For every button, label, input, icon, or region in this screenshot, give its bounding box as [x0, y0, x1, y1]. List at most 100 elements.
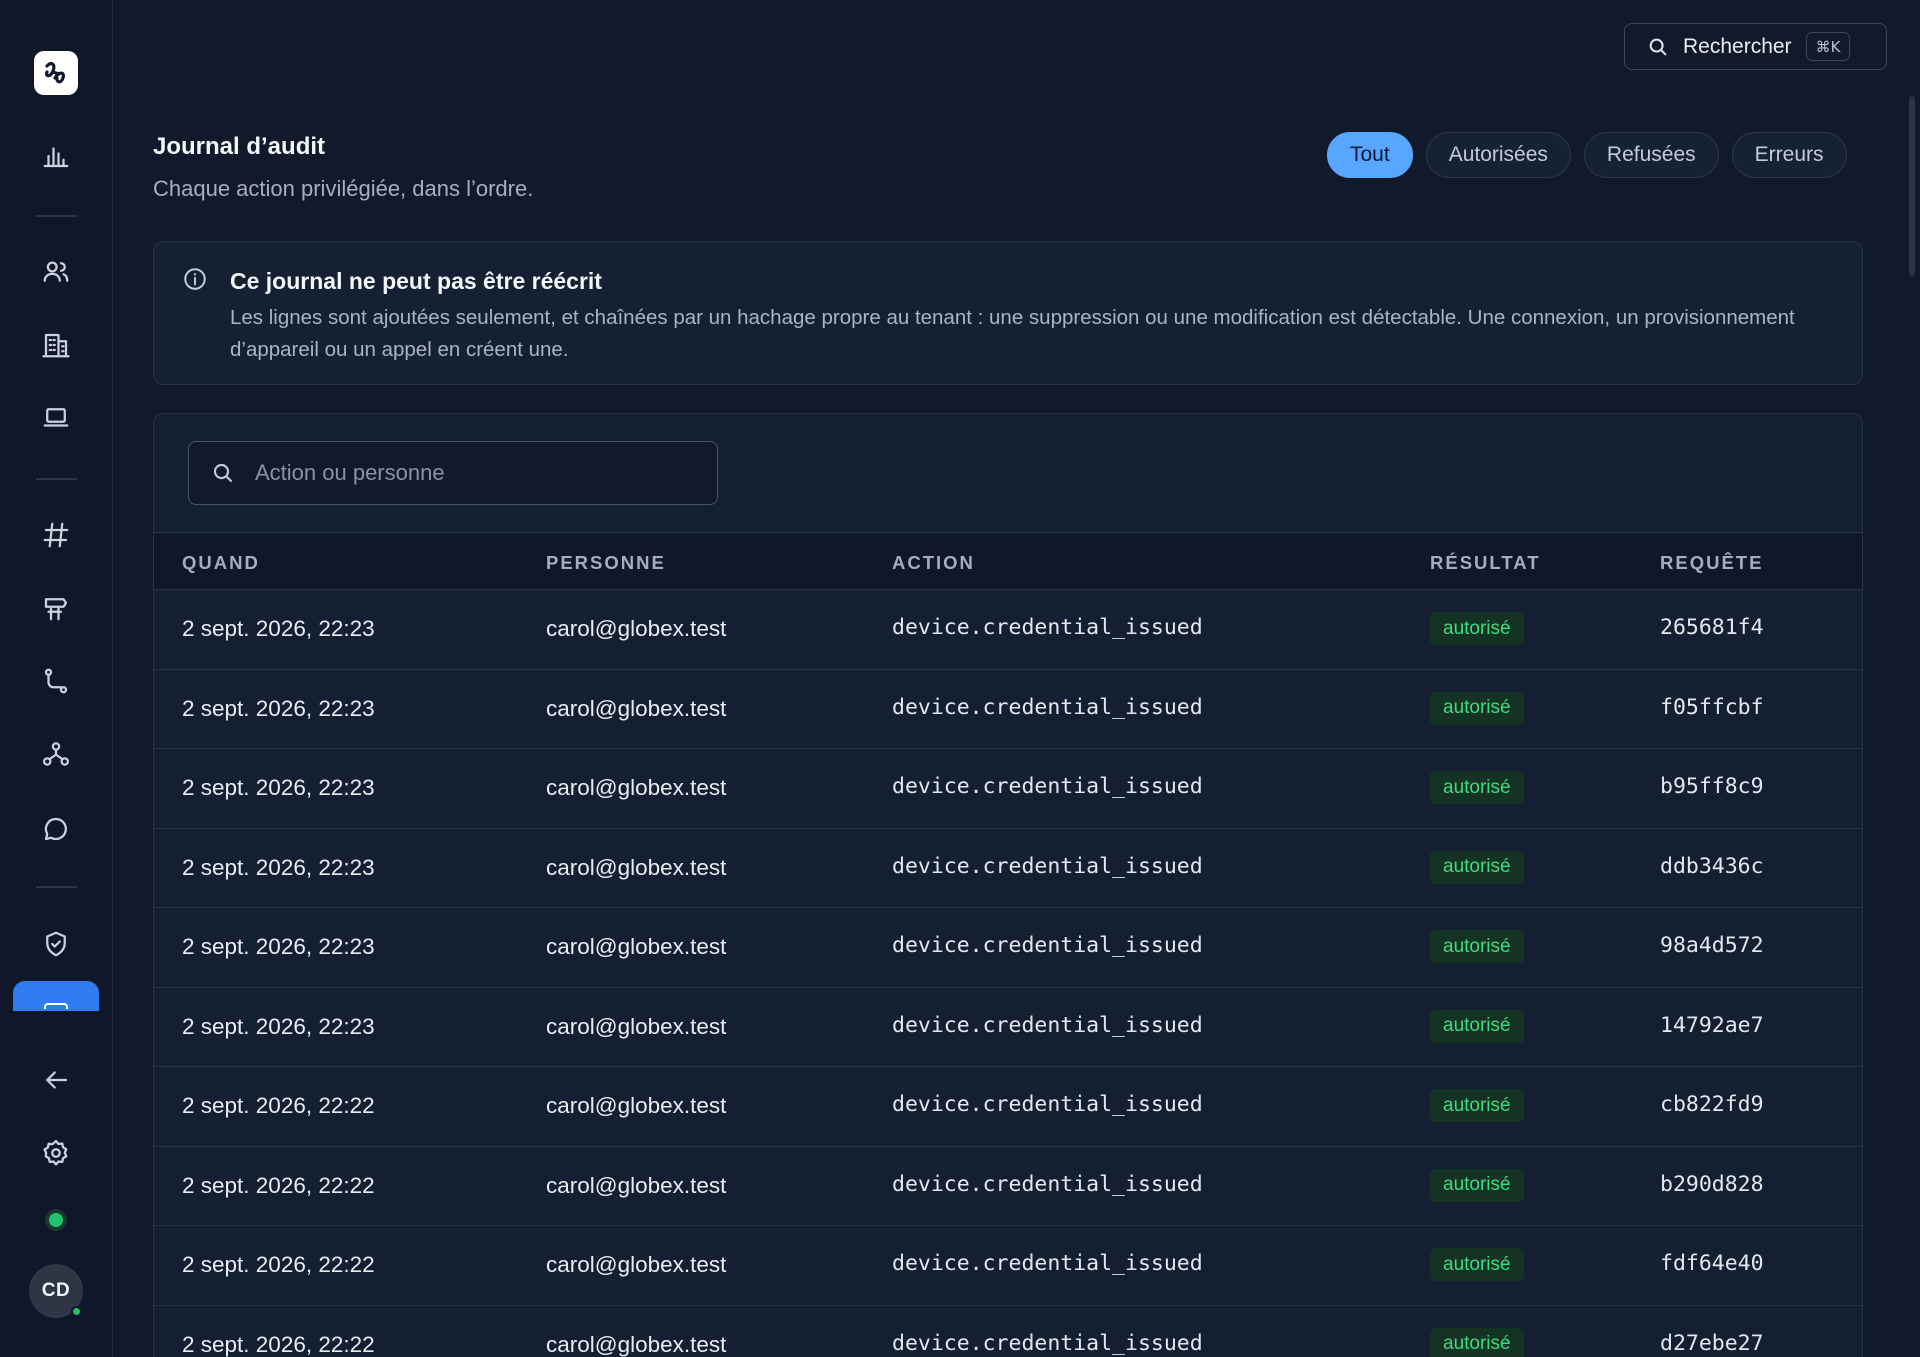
filter-errors[interactable]: Erreurs: [1731, 132, 1847, 178]
sidebar-item-organizations[interactable]: [23, 317, 89, 373]
audit-icon: [44, 1003, 68, 1009]
table-row[interactable]: 2 sept. 2026, 22:23 carol@globex.test de…: [154, 749, 1862, 829]
cell-action: device.credential_issued: [892, 774, 1203, 799]
keyboard-shortcut-badge: ⌘K: [1805, 32, 1851, 61]
sidebar-item-network[interactable]: [23, 726, 89, 782]
audit-table-card: QUAND PERSONNE ACTION RÉSULTAT REQUÊTE 2…: [153, 413, 1863, 1357]
cell-request-id: d27ebe27: [1660, 1330, 1764, 1356]
cell-person: carol@globex.test: [546, 775, 727, 800]
sidebar-item-audit-active[interactable]: [13, 981, 99, 1011]
scrollbar-thumb[interactable]: [1909, 96, 1915, 276]
sidebar-back-button[interactable]: [23, 1052, 89, 1108]
cell-action: device.credential_issued: [892, 1171, 1203, 1197]
column-header-person[interactable]: PERSONNE: [546, 552, 666, 574]
sidebar-settings-button[interactable]: [23, 1125, 89, 1181]
sidebar-divider: [36, 886, 77, 888]
cell-when: 2 sept. 2026, 22:22: [182, 1093, 375, 1118]
gear-icon: [43, 1140, 68, 1166]
cell-person: carol@globex.test: [546, 1172, 727, 1198]
result-badge: autorisé: [1430, 691, 1524, 725]
cell-action: device.credential_issued: [892, 1251, 1203, 1276]
column-header-request[interactable]: REQUÊTE: [1660, 552, 1763, 574]
cell-when: 2 sept. 2026, 22:23: [182, 616, 375, 641]
sidebar-item-users[interactable]: [23, 244, 89, 300]
cell-request-id: cb822fd9: [1660, 1092, 1764, 1117]
cell-when: 2 sept. 2026, 22:23: [182, 1013, 375, 1039]
result-badge: autorisé: [1430, 612, 1524, 645]
building-icon: [42, 333, 70, 358]
cell-person: carol@globex.test: [546, 934, 727, 959]
page-title: Journal d’audit: [153, 133, 326, 160]
cell-action: device.credential_issued: [892, 853, 1203, 879]
filter-allowed[interactable]: Autorisées: [1425, 132, 1571, 178]
filter-all[interactable]: Tout: [1327, 132, 1413, 178]
immutability-notice: Ce journal ne peut pas être réécrit Les …: [153, 241, 1863, 385]
global-search-button[interactable]: Rechercher ⌘K: [1624, 23, 1887, 70]
table-row[interactable]: 2 sept. 2026, 22:22 carol@globex.test de…: [154, 1067, 1862, 1147]
table-row[interactable]: 2 sept. 2026, 22:22 carol@globex.test de…: [154, 1147, 1862, 1226]
table-search[interactable]: [188, 441, 718, 505]
table-row[interactable]: 2 sept. 2026, 22:23 carol@globex.test de…: [154, 988, 1862, 1067]
search-icon: [1649, 38, 1667, 55]
column-header-result[interactable]: RÉSULTAT: [1430, 552, 1541, 574]
cell-person: carol@globex.test: [546, 616, 727, 641]
sidebar-item-security[interactable]: [23, 916, 89, 972]
sidebar-item-channels[interactable]: [23, 507, 89, 563]
hash-icon: [43, 522, 69, 548]
network-icon: [43, 742, 69, 766]
cell-when: 2 sept. 2026, 22:22: [182, 1331, 375, 1357]
bar-chart-icon: [43, 147, 69, 168]
sidebar-divider: [36, 215, 77, 217]
cell-action: device.credential_issued: [892, 1092, 1203, 1117]
cell-when: 2 sept. 2026, 22:22: [182, 1252, 375, 1277]
cell-person: carol@globex.test: [546, 695, 727, 721]
result-badge: autorisé: [1430, 1327, 1524, 1357]
table-row[interactable]: 2 sept. 2026, 22:23 carol@globex.test de…: [154, 829, 1862, 908]
sidebar-item-flows[interactable]: [23, 653, 89, 709]
page-scrollbar[interactable]: [1906, 0, 1920, 1357]
result-badge: autorisé: [1430, 850, 1524, 884]
result-badge: autorisé: [1430, 930, 1524, 963]
cell-person: carol@globex.test: [546, 854, 727, 880]
notice-text: Les lignes sont ajoutées seulement, et c…: [230, 306, 1795, 361]
column-header-when[interactable]: QUAND: [182, 552, 260, 574]
result-badge: autorisé: [1430, 1248, 1524, 1281]
cell-action: device.credential_issued: [892, 1012, 1203, 1038]
sidebar-item-analytics[interactable]: [23, 128, 89, 184]
back-arrow-icon: [46, 1071, 68, 1089]
table-header: QUAND PERSONNE ACTION RÉSULTAT REQUÊTE: [154, 532, 1862, 590]
column-header-action[interactable]: ACTION: [892, 552, 975, 574]
online-status-indicator: [49, 1213, 63, 1227]
cell-request-id: fdf64e40: [1660, 1251, 1764, 1276]
filter-denied[interactable]: Refusées: [1583, 132, 1719, 178]
logo-icon: [44, 61, 65, 84]
cell-when: 2 sept. 2026, 22:22: [182, 1172, 375, 1198]
cell-person: carol@globex.test: [546, 1013, 727, 1039]
action-or-person-search-input[interactable]: [255, 460, 695, 486]
sidebar-divider: [36, 478, 77, 480]
cell-action: device.credential_issued: [892, 933, 1203, 958]
table-row[interactable]: 2 sept. 2026, 22:22 carol@globex.test de…: [154, 1306, 1862, 1357]
global-search-label: Rechercher: [1683, 34, 1792, 58]
sidebar-item-routing[interactable]: [23, 580, 89, 636]
result-badge: autorisé: [1430, 1168, 1524, 1202]
table-row[interactable]: 2 sept. 2026, 22:22 carol@globex.test de…: [154, 1226, 1862, 1306]
cell-when: 2 sept. 2026, 22:23: [182, 775, 375, 800]
app-logo[interactable]: [34, 51, 78, 95]
cell-request-id: b290d828: [1660, 1171, 1764, 1197]
cell-request-id: 265681f4: [1660, 615, 1764, 640]
sidebar-item-devices[interactable]: [23, 390, 89, 446]
search-icon: [213, 463, 233, 483]
table-row[interactable]: 2 sept. 2026, 22:23 carol@globex.test de…: [154, 590, 1862, 670]
app-root: CD Rechercher ⌘K Journal d’audit Chaque …: [0, 0, 1920, 1357]
table-body: 2 sept. 2026, 22:23 carol@globex.test de…: [154, 590, 1862, 1357]
sidebar-item-messages[interactable]: [23, 801, 89, 857]
table-row[interactable]: 2 sept. 2026, 22:23 carol@globex.test de…: [154, 670, 1862, 749]
result-badge: autorisé: [1430, 771, 1524, 804]
page-subtitle: Chaque action privilégiée, dans l’ordre.: [153, 176, 534, 201]
route-icon: [44, 668, 68, 694]
table-row[interactable]: 2 sept. 2026, 22:23 carol@globex.test de…: [154, 908, 1862, 988]
cell-action: device.credential_issued: [892, 1330, 1203, 1356]
cell-person: carol@globex.test: [546, 1093, 727, 1118]
result-badge: autorisé: [1430, 1089, 1524, 1122]
